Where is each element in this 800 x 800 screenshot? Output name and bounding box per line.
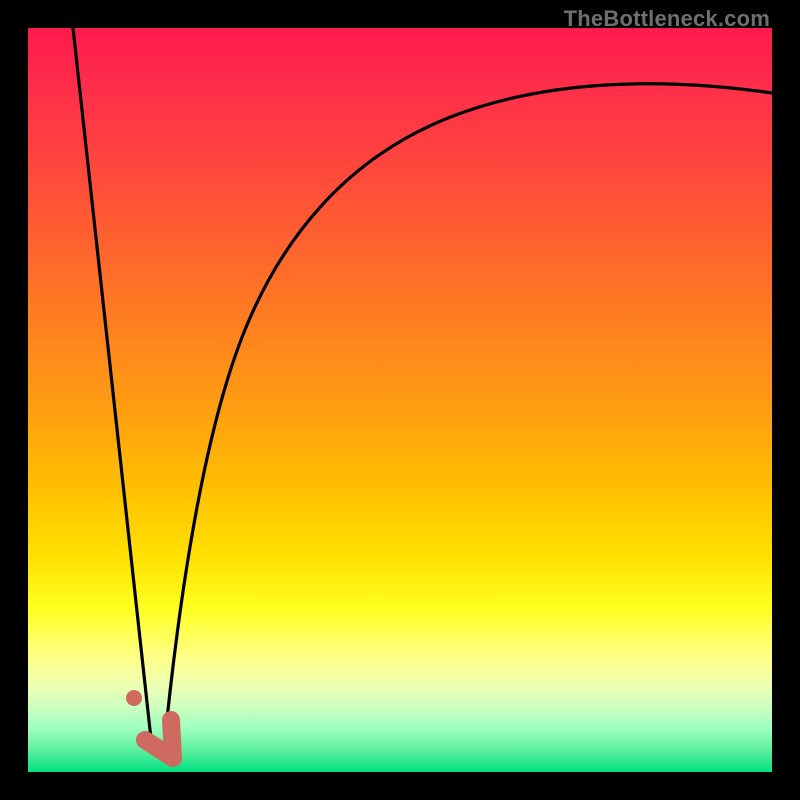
chart-svg <box>28 28 772 772</box>
curve-left-branch <box>73 28 152 748</box>
curve-right-branch <box>164 84 772 748</box>
secondary-dot-marker <box>126 690 142 706</box>
chart-frame: TheBottleneck.com <box>0 0 800 800</box>
plot-area <box>28 28 772 772</box>
